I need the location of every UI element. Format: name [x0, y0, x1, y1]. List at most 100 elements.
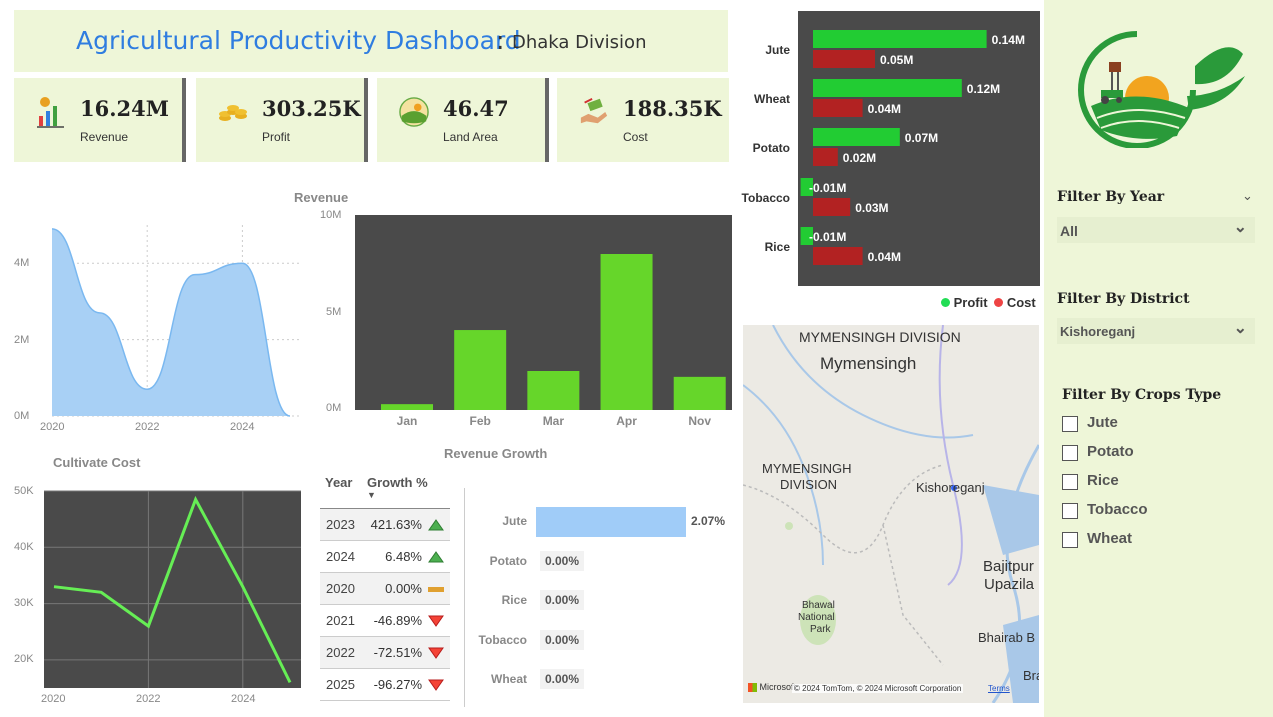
- revenue-growth-bar[interactable]: [536, 507, 686, 537]
- table-row[interactable]: 2021 -46.89%: [320, 605, 450, 637]
- filter-district-select[interactable]: Kishoreganj ⌄: [1057, 318, 1255, 344]
- growth-year: 2023: [326, 517, 355, 532]
- crop-checkbox[interactable]: [1062, 503, 1078, 519]
- filter-year-select[interactable]: All ⌄: [1057, 217, 1255, 243]
- crop-checkbox-label[interactable]: Potato: [1087, 443, 1134, 460]
- map-terms-link[interactable]: Terms: [988, 684, 1010, 693]
- profit-bar[interactable]: [813, 79, 962, 97]
- profit-value: 0.12M: [967, 82, 1000, 96]
- cost-bar[interactable]: [813, 99, 863, 117]
- legend-cost-swatch: [994, 298, 1004, 307]
- revenue-growth-crop: Rice: [501, 593, 527, 608]
- revenue-growth-crop: Jute: [502, 514, 527, 528]
- cost-value: 0.02M: [843, 151, 876, 165]
- legend-profit-label: Profit: [953, 295, 988, 310]
- crop-checkbox-label[interactable]: Tobacco: [1087, 501, 1148, 518]
- filter-year-label: Filter By Year: [1057, 189, 1165, 205]
- crop-checkbox[interactable]: [1062, 445, 1078, 461]
- district-map[interactable]: MYMENSINGH DIVISION Mymensingh MYMENSING…: [743, 325, 1039, 703]
- map-label: DIVISION: [780, 477, 838, 492]
- revenue-growth-value: 0.00%: [540, 590, 585, 611]
- cost-bar[interactable]: [813, 148, 838, 166]
- x-tick: Jan: [397, 414, 418, 428]
- revenue-growth-crop: Wheat: [491, 672, 527, 687]
- table-row[interactable]: 2020 0.00%: [320, 573, 450, 605]
- revenue-growth-value: 0.00%: [540, 550, 585, 571]
- trend-down-icon: [428, 615, 444, 627]
- chevron-down-icon[interactable]: ⌄: [1242, 188, 1253, 204]
- crop-checkbox-label[interactable]: Jute: [1087, 414, 1118, 431]
- crop-checkbox[interactable]: [1062, 416, 1078, 432]
- x-tick: Apr: [616, 414, 637, 428]
- cost-bar[interactable]: [813, 50, 875, 68]
- cost-bar[interactable]: [813, 247, 863, 265]
- chevron-down-icon: ⌄: [1233, 320, 1247, 337]
- chart-legend: Profit Cost: [941, 295, 1036, 310]
- profit-bar[interactable]: [813, 30, 987, 48]
- crop-checkbox-label[interactable]: Rice: [1087, 472, 1119, 489]
- map-label: Bajitpur: [983, 558, 1034, 575]
- revenue-growth-value: 0.00%: [540, 669, 585, 690]
- revenue-bar[interactable]: [527, 371, 580, 410]
- growth-percent: -96.27%: [373, 677, 422, 692]
- growth-year: 2022: [326, 645, 355, 660]
- trend-up-icon: [428, 551, 444, 563]
- map-background: [743, 325, 1039, 703]
- revenue-growth-crop: Potato: [489, 553, 527, 568]
- profit-value: 0.07M: [905, 131, 938, 145]
- growth-percent: 0.00%: [385, 581, 422, 596]
- x-tick: Mar: [543, 414, 565, 428]
- revenue-bar[interactable]: [454, 330, 507, 410]
- revenue-bar[interactable]: [673, 376, 726, 410]
- profit-value: -0.01M: [809, 230, 846, 244]
- map-label: MYMENSINGH: [762, 461, 852, 476]
- sort-desc-icon[interactable]: ▼: [367, 490, 376, 500]
- map-label: Bra: [1023, 668, 1039, 683]
- crop-checkbox[interactable]: [1062, 532, 1078, 548]
- trend-down-icon: [428, 647, 444, 659]
- chevron-down-icon: ⌄: [1233, 219, 1247, 236]
- revenue-growth-value: 2.07%: [691, 514, 726, 528]
- microsoft-logo: Microsoft: [748, 682, 796, 693]
- filter-year-value: All: [1060, 223, 1078, 239]
- profit-value: -0.01M: [809, 181, 846, 195]
- table-row[interactable]: 2025 -96.27%: [320, 669, 450, 701]
- map-label: Park: [810, 624, 831, 635]
- profit-cost-bars: 0.14M 0.05M 0.12M 0.04M 0.07M 0.02M -0.01M 0.03…: [800, 30, 1025, 265]
- cost-value: 0.04M: [868, 250, 901, 264]
- trend-down-icon: [428, 679, 444, 691]
- column-header-year[interactable]: Year: [325, 475, 352, 490]
- growth-percent: -46.89%: [373, 613, 422, 628]
- map-label: Mymensingh: [820, 354, 917, 373]
- growth-year: 2024: [326, 549, 355, 564]
- revenue-growth-value: 0.00%: [540, 629, 585, 650]
- filter-district-value: Kishoreganj: [1060, 324, 1136, 339]
- table-divider: [464, 488, 465, 707]
- filter-crops-label: Filter By Crops Type: [1062, 387, 1222, 403]
- legend-cost-label: Cost: [1006, 295, 1036, 310]
- legend-profit-swatch: [941, 298, 950, 307]
- map-label: Kishoreganj: [916, 480, 985, 495]
- revenue-growth-crop: Tobacco: [478, 632, 527, 647]
- cost-line: [53, 495, 292, 684]
- trend-up-icon: [428, 519, 444, 531]
- revenue-bar[interactable]: [381, 404, 433, 410]
- revenue-growth-title: Revenue Growth: [444, 446, 548, 461]
- profit-bar[interactable]: [813, 128, 900, 146]
- filter-district-label: Filter By District: [1057, 291, 1190, 307]
- cost-value: 0.03M: [855, 201, 888, 215]
- growth-year: 2025: [326, 677, 355, 692]
- crop-checkbox[interactable]: [1062, 474, 1078, 490]
- cost-value: 0.05M: [880, 53, 913, 67]
- growth-year: 2021: [326, 613, 355, 628]
- map-label: Bhairab B: [978, 630, 1036, 645]
- crop-checkbox-label[interactable]: Wheat: [1087, 530, 1132, 547]
- x-tick: Feb: [470, 414, 491, 428]
- map-label: Upazila: [984, 576, 1035, 593]
- table-row[interactable]: 2023 421.63%: [320, 509, 450, 541]
- growth-percent: 6.48%: [385, 549, 422, 564]
- cost-bar[interactable]: [813, 198, 851, 216]
- column-header-growth[interactable]: Growth %: [367, 475, 428, 490]
- table-row[interactable]: 2022 -72.51%: [320, 637, 450, 669]
- table-row[interactable]: 2024 6.48%: [320, 541, 450, 573]
